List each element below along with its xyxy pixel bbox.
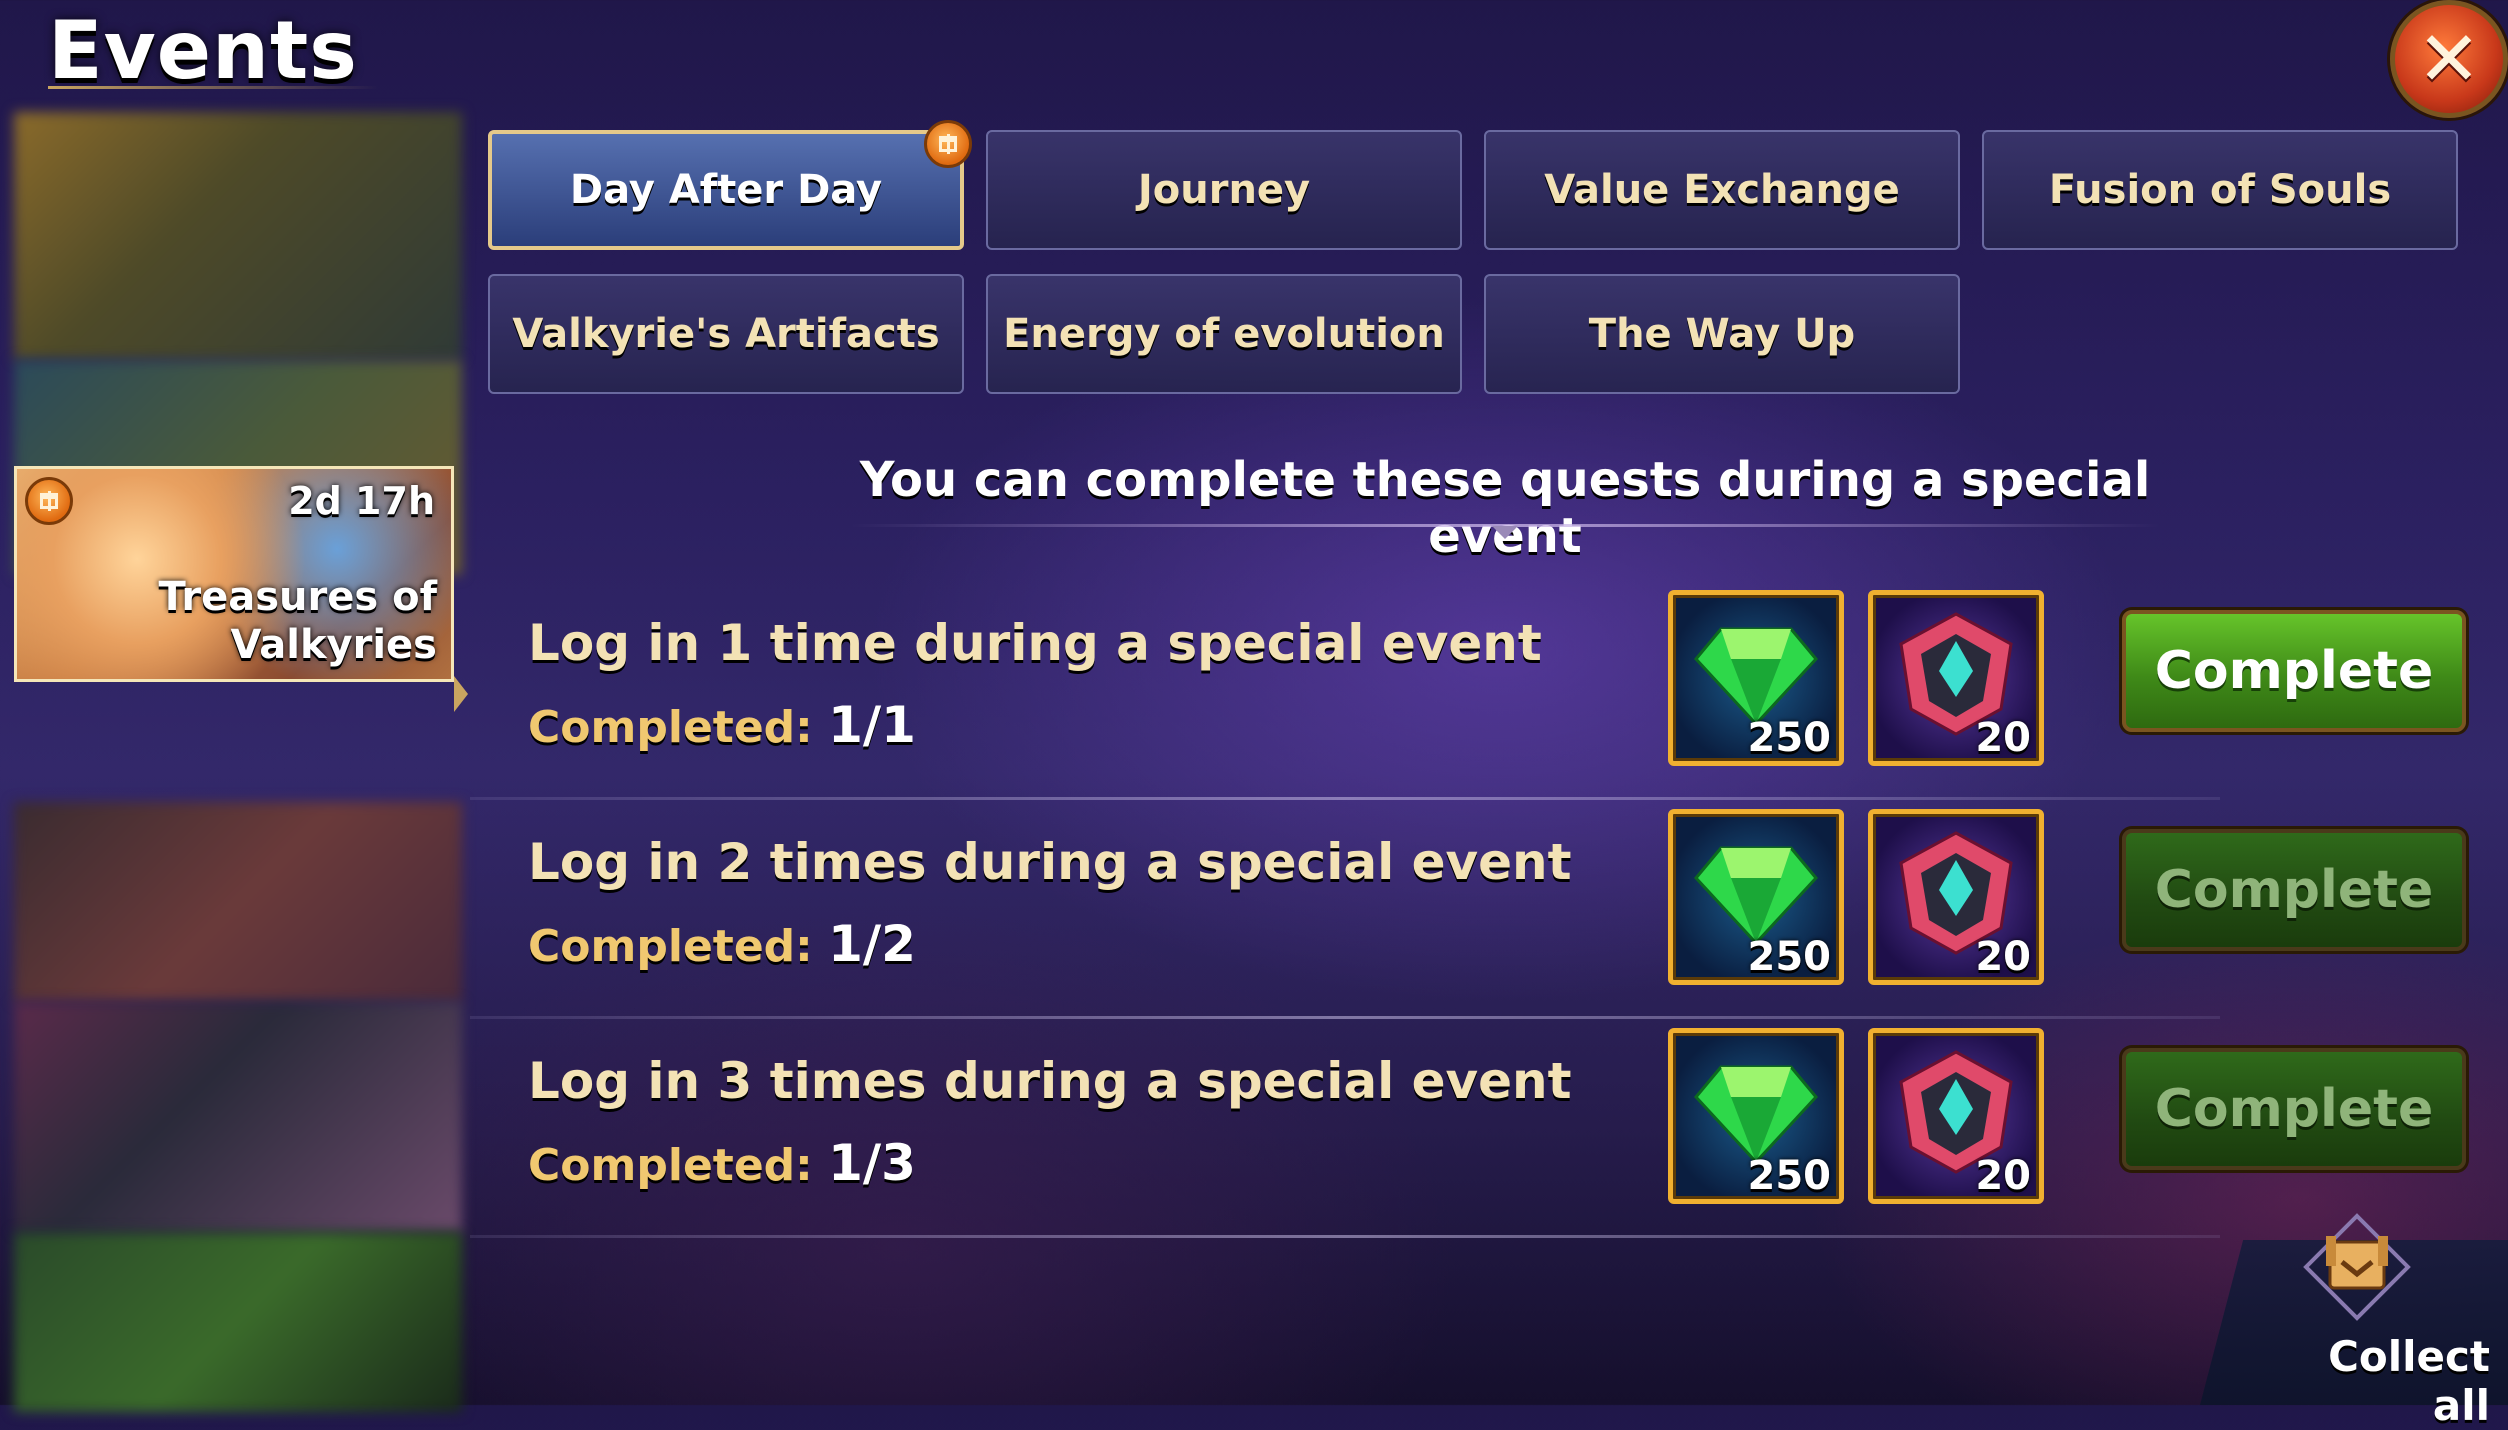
progress-label: Completed: bbox=[528, 702, 813, 753]
progress-value: 1/3 bbox=[828, 1134, 916, 1192]
title-underline bbox=[48, 86, 378, 89]
event-card-active[interactable]: 2d 17h Treasures of Valkyries bbox=[14, 466, 454, 682]
selected-indicator-arrow bbox=[454, 676, 468, 712]
progress-value: 1/1 bbox=[828, 696, 916, 754]
tab-valkyries-artifacts[interactable]: Valkyrie's Artifacts bbox=[488, 274, 964, 394]
quest-title: Log in 2 times during a special event bbox=[528, 833, 1572, 891]
quest-row: Log in 3 times during a special event Co… bbox=[470, 1022, 2480, 1238]
event-time-left: 2d 17h bbox=[288, 479, 435, 523]
reward-titan-artifact[interactable]: 20 bbox=[1868, 809, 2044, 985]
event-card-blurred[interactable] bbox=[14, 1232, 462, 1412]
close-icon: ✕ bbox=[2417, 14, 2481, 103]
tab-journey[interactable]: Journey bbox=[986, 130, 1462, 250]
reward-count: 250 bbox=[1747, 715, 1832, 761]
quest-progress: Completed: 1/2 bbox=[528, 915, 916, 973]
tab-label: Day After Day bbox=[569, 167, 883, 213]
reward-count: 20 bbox=[1975, 715, 2031, 761]
gift-icon bbox=[25, 477, 73, 525]
quest-row: Log in 1 time during a special event Com… bbox=[470, 584, 2480, 800]
tab-label: Value Exchange bbox=[1544, 167, 1900, 213]
quest-title: Log in 3 times during a special event bbox=[528, 1052, 1572, 1110]
tab-label: The Way Up bbox=[1588, 311, 1856, 357]
emerald-icon bbox=[1694, 627, 1818, 727]
quest-progress: Completed: 1/3 bbox=[528, 1134, 916, 1192]
page-title: Events bbox=[48, 4, 358, 97]
tab-label: Valkyrie's Artifacts bbox=[512, 311, 940, 357]
reward-count: 250 bbox=[1747, 934, 1832, 980]
event-card-blurred[interactable] bbox=[14, 1002, 462, 1232]
tab-label: Journey bbox=[1137, 167, 1311, 213]
tab-label: Fusion of Souls bbox=[2048, 167, 2392, 213]
reward-count: 20 bbox=[1975, 934, 2031, 980]
row-divider bbox=[470, 1016, 2220, 1019]
reward-titan-artifact[interactable]: 20 bbox=[1868, 590, 2044, 766]
reward-emerald[interactable]: 250 bbox=[1668, 1028, 1844, 1204]
quest-row: Log in 2 times during a special event Co… bbox=[470, 803, 2480, 1019]
emerald-icon bbox=[1694, 1065, 1818, 1165]
tab-energy-of-evolution[interactable]: Energy of evolution bbox=[986, 274, 1462, 394]
event-card-blurred[interactable] bbox=[14, 112, 462, 360]
tab-the-way-up[interactable]: The Way Up bbox=[1484, 274, 1960, 394]
row-divider bbox=[470, 1235, 2220, 1238]
quests-subtitle: You can complete these quests during a s… bbox=[859, 452, 2151, 564]
reward-count: 250 bbox=[1747, 1153, 1832, 1199]
progress-value: 1/2 bbox=[828, 915, 916, 973]
complete-button[interactable]: Complete bbox=[2122, 610, 2466, 732]
tab-day-after-day[interactable]: Day After Day bbox=[488, 120, 972, 250]
reward-titan-artifact[interactable]: 20 bbox=[1868, 1028, 2044, 1204]
reward-count: 20 bbox=[1975, 1153, 2031, 1199]
tab-fusion-of-souls[interactable]: Fusion of Souls bbox=[1982, 130, 2458, 250]
complete-button[interactable]: Complete bbox=[2122, 829, 2466, 951]
complete-button[interactable]: Complete bbox=[2122, 1048, 2466, 1170]
collect-all-icon[interactable] bbox=[2302, 1212, 2412, 1322]
close-button[interactable]: ✕ bbox=[2390, 0, 2508, 118]
emerald-icon bbox=[1694, 846, 1818, 946]
event-card-blurred[interactable] bbox=[14, 802, 462, 1002]
event-sidebar bbox=[6, 112, 462, 1412]
quest-progress: Completed: 1/1 bbox=[528, 696, 916, 754]
reward-emerald[interactable]: 250 bbox=[1668, 809, 1844, 985]
tab-label: Energy of evolution bbox=[1003, 311, 1445, 357]
gift-icon bbox=[924, 120, 972, 168]
reward-emerald[interactable]: 250 bbox=[1668, 590, 1844, 766]
progress-label: Completed: bbox=[528, 921, 813, 972]
collect-all-label[interactable]: Collect all bbox=[2270, 1332, 2490, 1430]
subtitle-arrow bbox=[1492, 526, 1518, 539]
quest-title: Log in 1 time during a special event bbox=[528, 614, 1542, 672]
row-divider bbox=[470, 797, 2220, 800]
tab-value-exchange[interactable]: Value Exchange bbox=[1484, 130, 1960, 250]
progress-label: Completed: bbox=[528, 1140, 813, 1191]
event-name: Treasures of Valkyries bbox=[158, 574, 438, 668]
